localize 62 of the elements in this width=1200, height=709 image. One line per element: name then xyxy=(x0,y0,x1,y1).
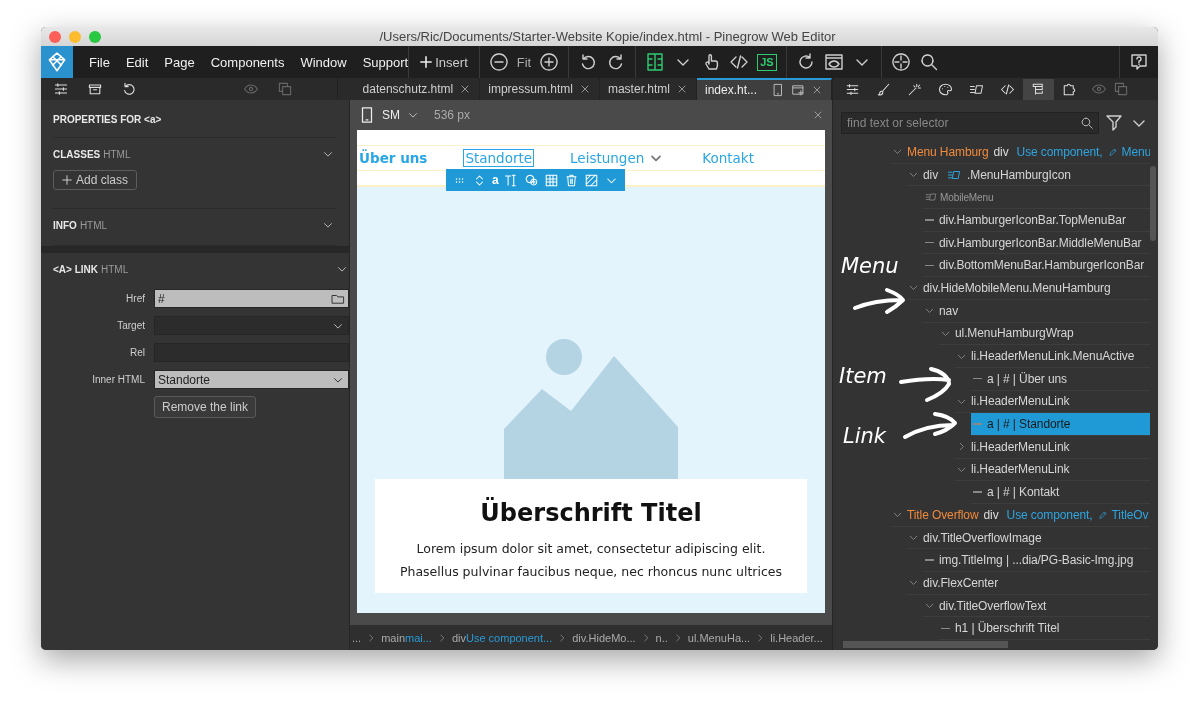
tree-item[interactable]: div.TitleOverflowImage xyxy=(907,526,1150,550)
tree-item[interactable]: Menu Hamburg div Use component, Menu xyxy=(891,141,1150,164)
tree-item[interactable]: div.BottomMenuBar.HamburgerIconBar xyxy=(923,254,1150,278)
handwritten-note: Item xyxy=(839,364,887,388)
breadcrumb-item[interactable]: mainmai... xyxy=(381,631,432,644)
tree-item[interactable]: div.HamburgerIconBar.TopMenuBar xyxy=(923,209,1150,232)
tree-item[interactable]: li.HeaderMenuLink xyxy=(955,458,1150,482)
tree-item[interactable]: h1 | Überschrift Titel xyxy=(939,617,1150,641)
insert-button[interactable]: Insert xyxy=(418,54,470,70)
input-field[interactable]: # xyxy=(154,289,349,308)
section-tag: HTML xyxy=(79,219,108,231)
tree-item[interactable]: a | # | Kontakt xyxy=(971,481,1150,504)
breadcrumb-item[interactable]: ... xyxy=(352,631,362,644)
breadcrumb-item[interactable]: div.HideMo... xyxy=(572,631,636,644)
tree-item[interactable]: MobileMenu xyxy=(923,186,1150,210)
breadcrumb-item[interactable]: li.Header... xyxy=(770,631,823,644)
handwritten-note: Link xyxy=(843,424,886,448)
handwritten-note: Menu xyxy=(841,254,899,278)
tree-item[interactable]: a | # | Standorte xyxy=(971,413,1150,436)
search-field[interactable]: find text or selector xyxy=(841,112,1099,134)
window-title: /Users/Ric/Documents/Starter-Website Kopie/index.html - Pinegrow Web Editor xyxy=(379,29,836,44)
page-paragraph: Lorem ipsum dolor sit amet, consectetur adipiscing elit. Phasellus pulvinar faucibus neque, nec rhoncus nunc ultrices xyxy=(398,540,784,581)
device-size[interactable]: SM xyxy=(382,108,400,122)
menu-item[interactable]: Components xyxy=(210,54,285,70)
field-label: Href xyxy=(125,293,146,304)
breadcrumb-item[interactable]: n.. xyxy=(655,631,668,644)
field-label: Rel xyxy=(129,347,146,358)
javascript-button[interactable]: JS xyxy=(757,53,777,71)
tree-item[interactable]: Title Overflow div Use component, TitleOv xyxy=(891,504,1150,527)
tree-item[interactable]: li.HeaderMenuLink.MenuActive xyxy=(955,345,1150,368)
tree-item[interactable]: div.HideMobileMenu.MenuHamburg xyxy=(907,277,1150,300)
section-tag: HTML xyxy=(103,148,131,160)
menu-item[interactable]: Edit xyxy=(125,54,149,70)
canvas-width: 536 px xyxy=(434,108,471,122)
tree-item[interactable]: li.HeaderMenuLink xyxy=(955,435,1150,459)
field-label: Target xyxy=(116,320,146,331)
menu-item[interactable]: Support xyxy=(362,54,409,70)
add-class-button[interactable]: Add class xyxy=(53,170,138,190)
tree-item[interactable]: div.TitleOverflowText xyxy=(923,594,1150,618)
menu-item[interactable]: File xyxy=(89,54,110,70)
tree-item[interactable]: div .MenuHamburgIcon xyxy=(907,163,1150,187)
menu-item[interactable]: Window xyxy=(300,54,347,70)
tree-item[interactable]: nav xyxy=(923,299,1150,323)
tree-item[interactable]: ul.MenuHamburgWrap xyxy=(939,322,1150,346)
tree-item[interactable]: div.FlexCenter xyxy=(907,572,1150,595)
section-title: CLASSES xyxy=(53,148,101,160)
breadcrumb-item[interactable]: ul.MenuHa... xyxy=(687,631,751,644)
file-tab[interactable]: index.ht... xyxy=(696,78,832,100)
menu-item[interactable]: Page xyxy=(164,54,195,70)
properties-title: PROPERTIES FOR <a> xyxy=(53,100,335,138)
section-title: <A> LINK xyxy=(53,263,98,275)
field-label: Inner HTML xyxy=(91,374,146,385)
tree-item[interactable]: img.TitleImg | ...dia/PG-Basic-Img.jpg xyxy=(923,549,1150,573)
fit-button[interactable]: Fit xyxy=(516,54,532,70)
select-field[interactable]: Standorte xyxy=(154,370,349,389)
tree-item[interactable]: a | # | Über uns xyxy=(971,367,1150,391)
section-title: INFO xyxy=(53,219,77,231)
remove-link-button[interactable]: Remove the link xyxy=(154,395,257,418)
tree-item[interactable]: div.HamburgerIconBar.MiddleMenuBar xyxy=(923,231,1150,255)
breadcrumb-item[interactable]: divUse component... xyxy=(451,631,553,644)
section-tag: HTML xyxy=(101,263,129,275)
page-heading: Überschrift Titel xyxy=(479,499,703,527)
